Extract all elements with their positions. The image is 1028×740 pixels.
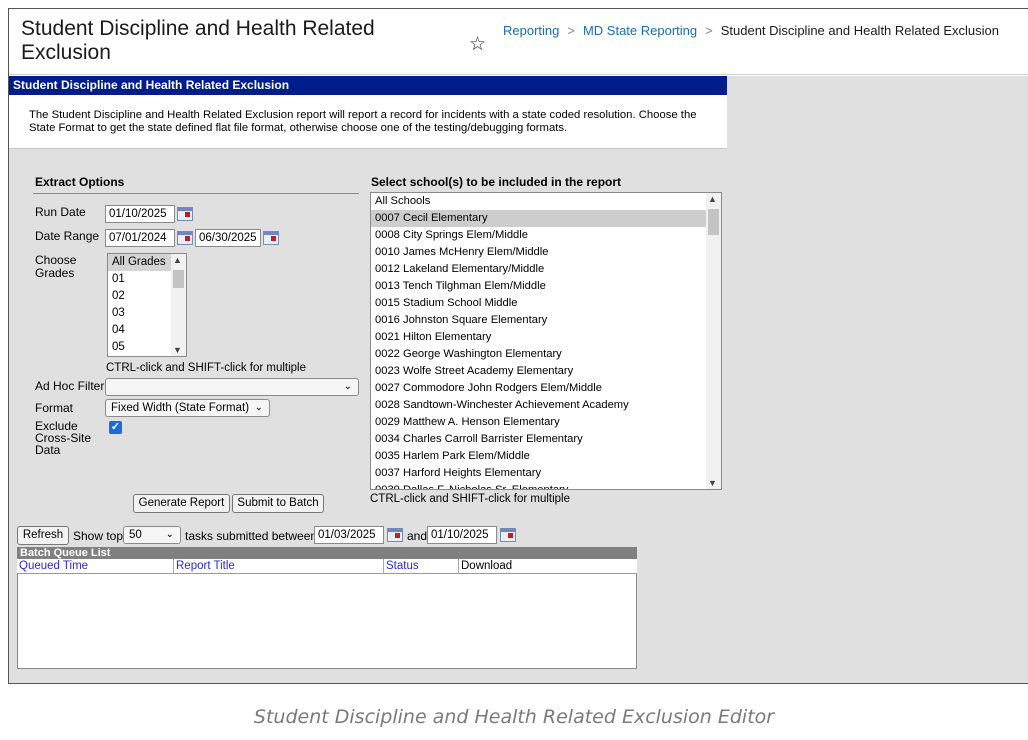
calendar-icon[interactable] — [177, 207, 193, 221]
col-report-title[interactable]: Report Title — [174, 559, 384, 574]
schools-heading: Select school(s) to be included in the r… — [371, 175, 622, 189]
chevron-down-icon: ⌄ — [254, 402, 263, 413]
school-option[interactable]: 0023 Wolfe Street Academy Elementary — [371, 363, 721, 380]
breadcrumb-reporting[interactable]: Reporting — [503, 23, 559, 38]
chevron-right-icon: > — [705, 23, 713, 38]
school-option[interactable]: 0012 Lakeland Elementary/Middle — [371, 261, 721, 278]
adhoc-filter-label: Ad Hoc Filter — [35, 379, 105, 393]
chevron-down-icon: ⌄ — [165, 529, 174, 540]
school-option[interactable]: 0008 City Springs Elem/Middle — [371, 227, 721, 244]
col-download: Download — [461, 560, 513, 572]
date-range-end-input[interactable]: 06/30/2025 — [195, 229, 261, 247]
format-label: Format — [35, 401, 74, 415]
scroll-down-icon[interactable]: ▼ — [708, 478, 717, 488]
run-date-label: Run Date — [35, 205, 86, 219]
col-queued-time[interactable]: Queued Time — [17, 559, 174, 574]
school-option[interactable]: All Schools — [371, 193, 721, 210]
refresh-button[interactable]: Refresh — [17, 526, 69, 545]
show-top-select[interactable]: 50 ⌄ — [123, 526, 181, 544]
chevron-right-icon: > — [567, 23, 575, 38]
school-option[interactable]: 0029 Matthew A. Henson Elementary — [371, 414, 721, 431]
format-select[interactable]: Fixed Width (State Format) ⌄ — [105, 399, 270, 417]
show-top-value: 50 — [129, 529, 142, 541]
and-label: and — [407, 529, 428, 543]
submit-to-batch-button[interactable]: Submit to Batch — [232, 494, 324, 513]
chevron-down-icon: ⌄ — [343, 381, 352, 392]
tasks-between-label: tasks submitted between — [185, 529, 318, 543]
batch-to-date-input[interactable]: 01/10/2025 — [427, 526, 497, 544]
app-frame: Student Discipline and Health Related Ex… — [8, 8, 1028, 684]
schools-listbox[interactable]: All Schools 0007 Cecil Elementary 0008 C… — [370, 192, 722, 490]
favorite-star-icon[interactable]: ☆ — [469, 33, 486, 56]
calendar-icon[interactable] — [177, 231, 193, 245]
grades-scrollbar[interactable]: ▲ ▼ — [171, 254, 186, 356]
description-text: The Student Discipline and Health Relate… — [29, 109, 697, 134]
exclude-cross-site-label: Exclude Cross-Site Data — [35, 419, 92, 457]
page-header: Student Discipline and Health Related Ex… — [9, 9, 1028, 75]
grades-multi-hint: CTRL-click and SHIFT-click for multiple — [106, 362, 307, 374]
school-option[interactable]: 0015 Stadium School Middle — [371, 295, 721, 312]
batch-queue-title: Batch Queue List — [17, 547, 637, 559]
school-option[interactable]: 0034 Charles Carroll Barrister Elementar… — [371, 431, 721, 448]
date-range-label: Date Range — [35, 229, 100, 243]
extract-options-heading: Extract Options — [35, 175, 125, 189]
col-status[interactable]: Status — [384, 559, 459, 574]
school-option[interactable]: 0016 Johnston Square Elementary — [371, 312, 721, 329]
school-option[interactable]: 0039 Dallas F. Nicholas Sr. Elementary — [371, 482, 721, 489]
breadcrumb-md-state-reporting[interactable]: MD State Reporting — [583, 23, 697, 38]
scroll-up-icon[interactable]: ▲ — [708, 194, 717, 204]
exclude-cross-site-checkbox[interactable]: ✓ — [109, 421, 122, 434]
batch-queue-header: Queued Time Report Title Status Download — [17, 559, 637, 574]
school-option[interactable]: 0007 Cecil Elementary — [371, 210, 721, 227]
batch-from-date-input[interactable]: 01/03/2025 — [314, 526, 384, 544]
calendar-icon[interactable] — [387, 528, 403, 542]
school-option[interactable]: 0010 James McHenry Elem/Middle — [371, 244, 721, 261]
date-range-start-input[interactable]: 07/01/2024 — [105, 229, 175, 247]
school-option[interactable]: 0022 George Washington Elementary — [371, 346, 721, 363]
report-banner: Student Discipline and Health Related Ex… — [9, 76, 727, 95]
calendar-icon[interactable] — [500, 528, 516, 542]
school-option[interactable]: 0035 Harlem Park Elem/Middle — [371, 448, 721, 465]
scroll-thumb[interactable] — [173, 270, 184, 288]
breadcrumb-current: Student Discipline and Health Related Ex… — [720, 23, 999, 38]
generate-report-button[interactable]: Generate Report — [133, 494, 230, 513]
show-top-label: Show top — [73, 529, 124, 543]
school-option[interactable]: 0037 Harford Heights Elementary — [371, 465, 721, 482]
choose-grades-label: Choose Grades — [35, 253, 77, 280]
school-option[interactable]: 0027 Commodore John Rodgers Elem/Middle — [371, 380, 721, 397]
school-option[interactable]: 0021 Hilton Elementary — [371, 329, 721, 346]
school-option[interactable]: 0013 Tench Tilghman Elem/Middle — [371, 278, 721, 295]
format-value: Fixed Width (State Format) — [111, 402, 250, 414]
run-date-input[interactable]: 01/10/2025 — [105, 205, 175, 223]
schools-multi-hint: CTRL-click and SHIFT-click for multiple — [370, 493, 571, 505]
batch-queue-body — [17, 574, 637, 669]
schools-scrollbar[interactable]: ▲ ▼ — [706, 193, 721, 489]
page-title: Student Discipline and Health Related Ex… — [21, 17, 375, 64]
school-option[interactable]: 0028 Sandtown-Winchester Achievement Aca… — [371, 397, 721, 414]
adhoc-filter-select[interactable]: ⌄ — [105, 378, 359, 396]
calendar-icon[interactable] — [263, 231, 279, 245]
report-description: The Student Discipline and Health Relate… — [9, 95, 727, 149]
grades-listbox[interactable]: All Grades 01 02 03 04 05 ▲ ▼ — [107, 253, 187, 357]
scroll-thumb[interactable] — [708, 209, 719, 235]
right-grey-area — [727, 76, 1028, 683]
scroll-down-icon[interactable]: ▼ — [173, 345, 182, 355]
breadcrumb: Reporting > MD State Reporting > Student Dis… — [503, 23, 999, 38]
divider — [33, 193, 359, 194]
scroll-up-icon[interactable]: ▲ — [173, 255, 182, 265]
image-caption: Student Discipline and Health Related Ex… — [253, 706, 775, 728]
